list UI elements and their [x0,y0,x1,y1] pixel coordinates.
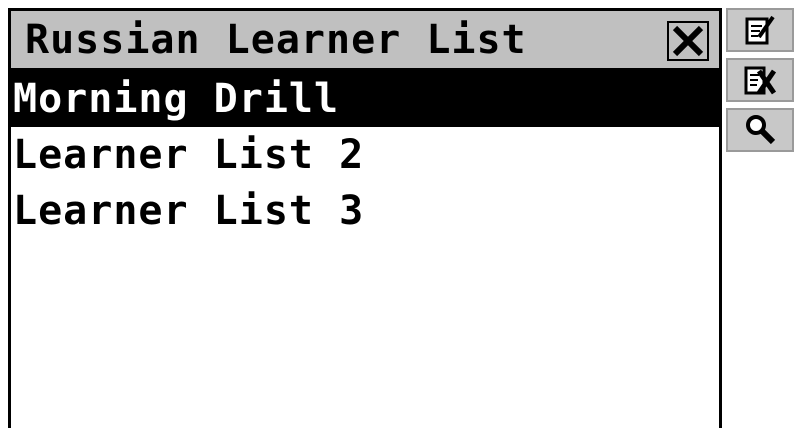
list-item[interactable]: Morning Drill [11,71,719,127]
list-item-label: Learner List 2 [13,132,365,178]
delete-note-icon [744,66,777,95]
search-button[interactable] [726,108,794,152]
learner-list-window: Russian Learner List Morning Drill Learn… [8,8,722,428]
side-toolbar [726,8,797,158]
close-button[interactable] [667,21,709,61]
window-title: Russian Learner List [25,17,527,63]
edit-note-icon [745,15,775,45]
close-icon [672,25,704,57]
list-item-label: Morning Drill [13,76,340,122]
list-item[interactable]: Learner List 2 [11,127,719,183]
delete-list-button[interactable] [726,58,794,102]
list-item[interactable]: Learner List 3 [11,183,719,239]
learner-list: Morning Drill Learner List 2 Learner Lis… [11,71,719,239]
edit-list-button[interactable] [726,8,794,52]
magnifier-icon [746,115,776,145]
list-item-label: Learner List 3 [13,188,365,234]
title-bar: Russian Learner List [11,11,719,71]
